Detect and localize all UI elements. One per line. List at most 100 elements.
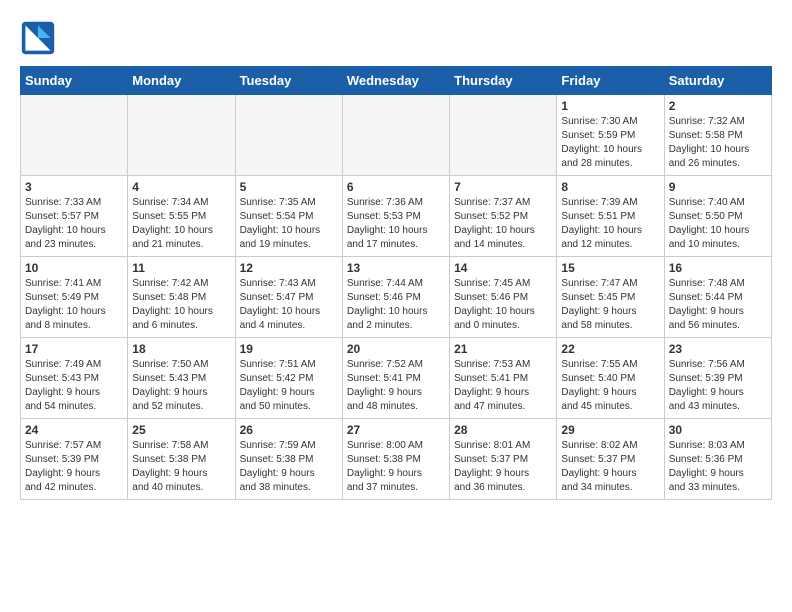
calendar-cell: 27 Sunrise: 8:00 AM Sunset: 5:38 PM Dayli… (342, 419, 449, 500)
calendar-cell: 14 Sunrise: 7:45 AM Sunset: 5:46 PM Dayli… (450, 257, 557, 338)
calendar-cell (450, 95, 557, 176)
day-number: 20 (347, 342, 445, 356)
day-info: Sunrise: 7:51 AM Sunset: 5:42 PM Dayligh… (240, 358, 338, 414)
day-number: 5 (240, 180, 338, 194)
calendar-cell: 2 Sunrise: 7:32 AM Sunset: 5:58 PM Daylig… (664, 95, 771, 176)
day-info: Sunrise: 7:50 AM Sunset: 5:43 PM Dayligh… (132, 358, 230, 414)
logo-icon (20, 20, 56, 56)
day-number: 1 (561, 99, 659, 113)
calendar-cell: 22 Sunrise: 7:55 AM Sunset: 5:40 PM Dayli… (557, 338, 664, 419)
day-number: 19 (240, 342, 338, 356)
day-number: 26 (240, 423, 338, 437)
calendar-cell: 6Sunrise: 7:36 AM Sunset: 5:53 PM Daylig… (342, 176, 449, 257)
weekday-header: Sunday (21, 67, 128, 95)
day-info: Sunrise: 7:41 AM Sunset: 5:49 PM Dayligh… (25, 277, 123, 333)
day-number: 3 (25, 180, 123, 194)
calendar-week-row: 1 Sunrise: 7:30 AM Sunset: 5:59 PM Daylig… (21, 95, 772, 176)
logo (20, 20, 62, 56)
calendar-cell: 25 Sunrise: 7:58 AM Sunset: 5:38 PM Dayli… (128, 419, 235, 500)
day-number: 18 (132, 342, 230, 356)
calendar-week-row: 3 Sunrise: 7:33 AM Sunset: 5:57 PM Daylig… (21, 176, 772, 257)
calendar-cell: 24Sunrise: 7:57 AM Sunset: 5:39 PM Dayli… (21, 419, 128, 500)
day-number: 13 (347, 261, 445, 275)
weekday-header: Thursday (450, 67, 557, 95)
day-info: Sunrise: 7:59 AM Sunset: 5:38 PM Dayligh… (240, 439, 338, 495)
day-info: Sunrise: 7:34 AM Sunset: 5:55 PM Dayligh… (132, 196, 230, 252)
calendar-cell: 28 Sunrise: 8:01 AM Sunset: 5:37 PM Dayli… (450, 419, 557, 500)
calendar-week-row: 24Sunrise: 7:57 AM Sunset: 5:39 PM Dayli… (21, 419, 772, 500)
day-info: Sunrise: 7:37 AM Sunset: 5:52 PM Dayligh… (454, 196, 552, 252)
calendar-cell: 21 Sunrise: 7:53 AM Sunset: 5:41 PM Dayli… (450, 338, 557, 419)
day-number: 9 (669, 180, 767, 194)
day-number: 25 (132, 423, 230, 437)
day-info: Sunrise: 8:00 AM Sunset: 5:38 PM Dayligh… (347, 439, 445, 495)
weekday-header: Tuesday (235, 67, 342, 95)
day-info: Sunrise: 7:33 AM Sunset: 5:57 PM Dayligh… (25, 196, 123, 252)
calendar-cell: 20Sunrise: 7:52 AM Sunset: 5:41 PM Dayli… (342, 338, 449, 419)
day-number: 14 (454, 261, 552, 275)
calendar-cell: 3 Sunrise: 7:33 AM Sunset: 5:57 PM Daylig… (21, 176, 128, 257)
weekday-header: Friday (557, 67, 664, 95)
calendar-cell: 8 Sunrise: 7:39 AM Sunset: 5:51 PM Daylig… (557, 176, 664, 257)
day-info: Sunrise: 7:53 AM Sunset: 5:41 PM Dayligh… (454, 358, 552, 414)
day-info: Sunrise: 8:02 AM Sunset: 5:37 PM Dayligh… (561, 439, 659, 495)
day-number: 22 (561, 342, 659, 356)
calendar-cell: 12 Sunrise: 7:43 AM Sunset: 5:47 PM Dayli… (235, 257, 342, 338)
day-info: Sunrise: 7:49 AM Sunset: 5:43 PM Dayligh… (25, 358, 123, 414)
day-number: 8 (561, 180, 659, 194)
day-info: Sunrise: 7:45 AM Sunset: 5:46 PM Dayligh… (454, 277, 552, 333)
day-info: Sunrise: 7:56 AM Sunset: 5:39 PM Dayligh… (669, 358, 767, 414)
day-info: Sunrise: 7:35 AM Sunset: 5:54 PM Dayligh… (240, 196, 338, 252)
calendar-cell: 26 Sunrise: 7:59 AM Sunset: 5:38 PM Dayli… (235, 419, 342, 500)
day-number: 16 (669, 261, 767, 275)
day-info: Sunrise: 7:40 AM Sunset: 5:50 PM Dayligh… (669, 196, 767, 252)
weekday-header: Saturday (664, 67, 771, 95)
day-number: 12 (240, 261, 338, 275)
calendar-cell: 19 Sunrise: 7:51 AM Sunset: 5:42 PM Dayli… (235, 338, 342, 419)
day-number: 11 (132, 261, 230, 275)
day-number: 17 (25, 342, 123, 356)
calendar-cell: 1 Sunrise: 7:30 AM Sunset: 5:59 PM Daylig… (557, 95, 664, 176)
day-info: Sunrise: 8:03 AM Sunset: 5:36 PM Dayligh… (669, 439, 767, 495)
day-number: 28 (454, 423, 552, 437)
page-header (20, 20, 772, 56)
calendar-cell: 17 Sunrise: 7:49 AM Sunset: 5:43 PM Dayli… (21, 338, 128, 419)
day-number: 7 (454, 180, 552, 194)
day-info: Sunrise: 7:43 AM Sunset: 5:47 PM Dayligh… (240, 277, 338, 333)
calendar-week-row: 17 Sunrise: 7:49 AM Sunset: 5:43 PM Dayli… (21, 338, 772, 419)
day-info: Sunrise: 7:32 AM Sunset: 5:58 PM Dayligh… (669, 115, 767, 171)
weekday-header: Monday (128, 67, 235, 95)
day-info: Sunrise: 7:55 AM Sunset: 5:40 PM Dayligh… (561, 358, 659, 414)
calendar-cell (235, 95, 342, 176)
weekday-header: Wednesday (342, 67, 449, 95)
calendar-cell (128, 95, 235, 176)
calendar-cell (342, 95, 449, 176)
calendar-cell: 30 Sunrise: 8:03 AM Sunset: 5:36 PM Dayli… (664, 419, 771, 500)
day-info: Sunrise: 7:36 AM Sunset: 5:53 PM Dayligh… (347, 196, 445, 252)
calendar-cell: 11 Sunrise: 7:42 AM Sunset: 5:48 PM Dayli… (128, 257, 235, 338)
day-info: Sunrise: 7:58 AM Sunset: 5:38 PM Dayligh… (132, 439, 230, 495)
day-info: Sunrise: 7:47 AM Sunset: 5:45 PM Dayligh… (561, 277, 659, 333)
day-info: Sunrise: 7:30 AM Sunset: 5:59 PM Dayligh… (561, 115, 659, 171)
day-number: 10 (25, 261, 123, 275)
calendar-cell: 5 Sunrise: 7:35 AM Sunset: 5:54 PM Daylig… (235, 176, 342, 257)
calendar-week-row: 10 Sunrise: 7:41 AM Sunset: 5:49 PM Dayli… (21, 257, 772, 338)
day-number: 2 (669, 99, 767, 113)
calendar-cell: 4Sunrise: 7:34 AM Sunset: 5:55 PM Daylig… (128, 176, 235, 257)
day-info: Sunrise: 7:44 AM Sunset: 5:46 PM Dayligh… (347, 277, 445, 333)
day-info: Sunrise: 8:01 AM Sunset: 5:37 PM Dayligh… (454, 439, 552, 495)
calendar-cell: 18 Sunrise: 7:50 AM Sunset: 5:43 PM Dayli… (128, 338, 235, 419)
day-number: 29 (561, 423, 659, 437)
calendar-cell: 7 Sunrise: 7:37 AM Sunset: 5:52 PM Daylig… (450, 176, 557, 257)
calendar-cell: 10 Sunrise: 7:41 AM Sunset: 5:49 PM Dayli… (21, 257, 128, 338)
calendar-cell: 23Sunrise: 7:56 AM Sunset: 5:39 PM Dayli… (664, 338, 771, 419)
day-info: Sunrise: 7:39 AM Sunset: 5:51 PM Dayligh… (561, 196, 659, 252)
day-number: 21 (454, 342, 552, 356)
calendar-cell: 29 Sunrise: 8:02 AM Sunset: 5:37 PM Dayli… (557, 419, 664, 500)
day-number: 27 (347, 423, 445, 437)
calendar-header-row: SundayMondayTuesdayWednesdayThursdayFrid… (21, 67, 772, 95)
day-info: Sunrise: 7:42 AM Sunset: 5:48 PM Dayligh… (132, 277, 230, 333)
day-info: Sunrise: 7:48 AM Sunset: 5:44 PM Dayligh… (669, 277, 767, 333)
day-info: Sunrise: 7:57 AM Sunset: 5:39 PM Dayligh… (25, 439, 123, 495)
day-number: 30 (669, 423, 767, 437)
